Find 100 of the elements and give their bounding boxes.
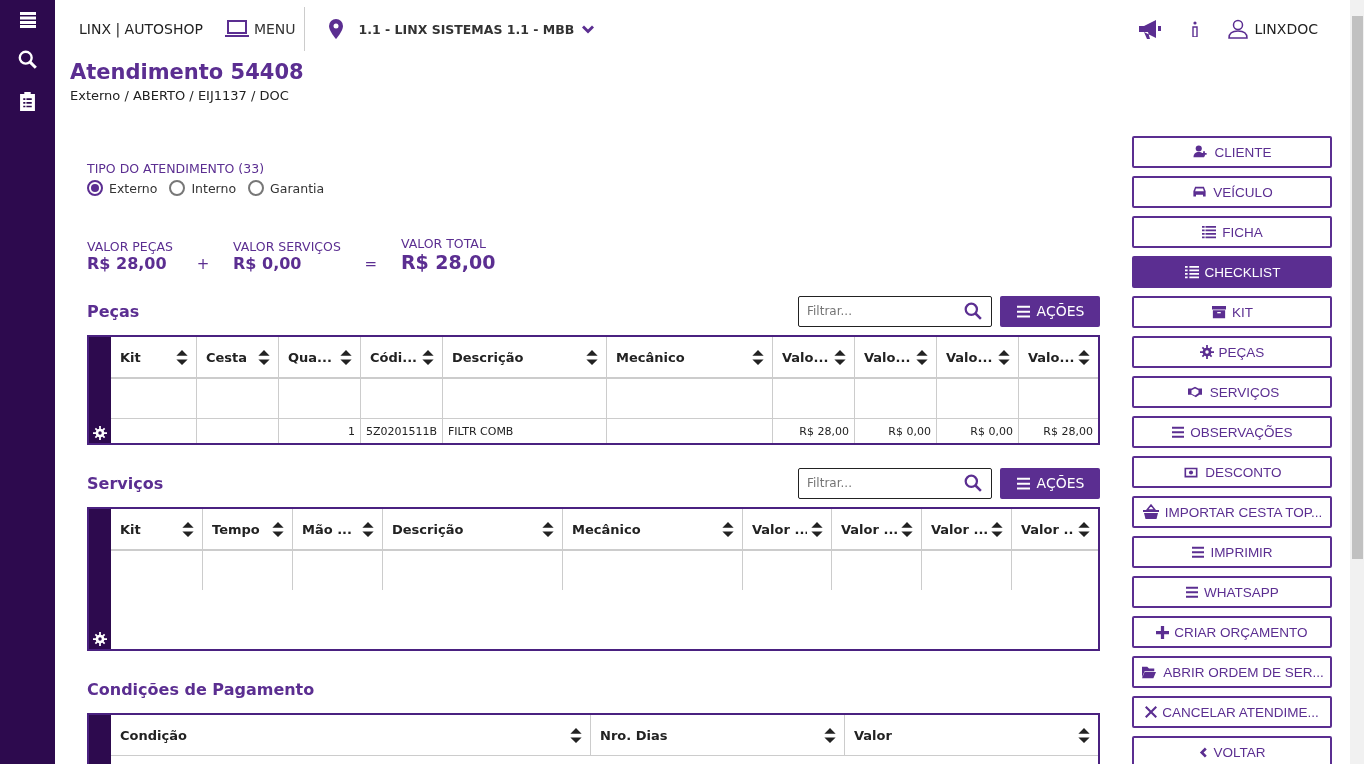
- column-header[interactable]: Mecânico: [606, 337, 772, 378]
- action-button[interactable]: IMPRIMIR: [1132, 536, 1332, 568]
- menu-button[interactable]: MENU: [224, 20, 296, 38]
- action-button[interactable]: CLIENTE: [1132, 136, 1332, 168]
- user-plus-icon: [1192, 145, 1210, 159]
- action-button[interactable]: ABRIR ORDEM DE SER...: [1132, 656, 1332, 688]
- action-button[interactable]: IMPORTAR CESTA TOP...: [1132, 496, 1332, 528]
- sort-icon: [824, 727, 836, 743]
- menu-icon: [1015, 476, 1031, 490]
- sort-icon: [182, 521, 194, 537]
- section-title: Peças: [87, 301, 140, 321]
- action-button[interactable]: SERVIÇOS: [1132, 376, 1332, 408]
- sort-icon: [834, 349, 846, 365]
- column-header[interactable]: Qua...: [278, 337, 360, 378]
- column-header[interactable]: Valor: [844, 715, 1098, 756]
- list-icon: [1201, 225, 1218, 239]
- total-value: R$ 0,00: [232, 254, 303, 273]
- column-header[interactable]: Valo...: [772, 337, 854, 378]
- column-header[interactable]: Descrição: [442, 337, 606, 378]
- action-button[interactable]: OBSERVAÇÕES: [1132, 416, 1332, 448]
- action-button[interactable]: CANCELAR ATENDIME...: [1132, 696, 1332, 728]
- sort-icon: [570, 727, 582, 743]
- action-button[interactable]: WHATSAPP: [1132, 576, 1332, 608]
- sort-icon: [422, 349, 434, 365]
- map-pin-icon: [328, 19, 343, 39]
- column-header[interactable]: Mão ...: [292, 509, 382, 550]
- settings-icon: [93, 426, 107, 440]
- total-label: VALOR TOTAL: [400, 236, 487, 251]
- megaphone-icon: [1138, 19, 1163, 39]
- action-button[interactable]: CRIAR ORÇAMENTO: [1132, 616, 1332, 648]
- action-button[interactable]: DESCONTO: [1132, 456, 1332, 488]
- column-header[interactable]: Kit: [111, 337, 196, 378]
- column-header[interactable]: Valo...: [936, 337, 1018, 378]
- action-button[interactable]: KIT: [1132, 296, 1332, 328]
- action-button[interactable]: PEÇAS: [1132, 336, 1332, 368]
- table-cell: R$ 28,00: [1018, 418, 1098, 443]
- radio-button[interactable]: [169, 180, 186, 196]
- actions-button[interactable]: AÇÕES: [1000, 295, 1100, 327]
- sort-icon: [1078, 521, 1090, 537]
- user-name[interactable]: LINXDOC: [1254, 21, 1318, 37]
- radio-label[interactable]: Externo: [109, 180, 158, 196]
- total-label: VALOR SERVIÇOS: [232, 239, 341, 254]
- table-cell: R$ 0,00: [854, 418, 936, 443]
- location-selector[interactable]: 1.1 - LINX SISTEMAS 1.1 - MBB: [358, 21, 575, 37]
- radio-button[interactable]: [87, 180, 103, 196]
- chevron-left-icon: [1198, 745, 1209, 759]
- column-header[interactable]: Tempo: [202, 509, 292, 550]
- column-header[interactable]: Condição: [111, 715, 590, 756]
- sort-icon: [542, 521, 554, 537]
- table-cell: R$ 0,00: [936, 418, 1018, 443]
- column-header[interactable]: Valo...: [854, 337, 936, 378]
- column-header[interactable]: Valor ...: [921, 509, 1011, 550]
- action-button[interactable]: VEÍCULO: [1132, 176, 1332, 208]
- radio-button[interactable]: [248, 180, 265, 196]
- filter-field[interactable]: Filtrar...: [798, 467, 992, 499]
- action-button[interactable]: CHECKLIST: [1132, 256, 1332, 288]
- total-label: VALOR PEÇAS: [87, 239, 173, 254]
- column-header[interactable]: Nro. Dias: [590, 715, 844, 756]
- basket-icon: [1141, 504, 1160, 520]
- actions-button[interactable]: AÇÕES: [1000, 467, 1100, 499]
- menu-icon: [18, 12, 37, 28]
- sort-icon: [176, 349, 188, 365]
- banknote-icon: [1182, 465, 1201, 479]
- scrollbar[interactable]: [1350, 0, 1364, 764]
- info-icon: [1192, 21, 1199, 37]
- column-header[interactable]: Valor ...: [1011, 509, 1098, 550]
- column-header[interactable]: Mecânico: [562, 509, 742, 550]
- chevron-down-icon: [582, 24, 595, 34]
- sort-icon: [1078, 727, 1090, 743]
- column-header[interactable]: Valor ...: [831, 509, 921, 550]
- lines-icon: [1171, 426, 1186, 438]
- radio-label[interactable]: Interno: [191, 180, 237, 196]
- table-cell: R$ 28,00: [772, 418, 854, 443]
- search-icon: [964, 301, 982, 320]
- column-header[interactable]: Valor ...: [742, 509, 831, 550]
- user-icon: [1228, 19, 1249, 39]
- sort-icon: [1078, 349, 1090, 365]
- close-icon: [1145, 706, 1158, 718]
- sort-icon: [811, 521, 823, 537]
- action-button[interactable]: FICHA: [1132, 216, 1332, 248]
- action-button[interactable]: VOLTAR: [1132, 736, 1332, 764]
- section-title: Condições de Pagamento: [87, 679, 315, 699]
- menu-icon: [1015, 304, 1031, 318]
- column-header[interactable]: Kit: [111, 509, 202, 550]
- sort-icon: [272, 521, 284, 537]
- column-header[interactable]: Códi...: [360, 337, 442, 378]
- sort-icon: [998, 349, 1010, 365]
- app-brand: LINX | AUTOSHOP: [79, 21, 203, 37]
- column-header[interactable]: Valo...: [1018, 337, 1098, 378]
- checklist-icon: [1183, 265, 1200, 279]
- column-header[interactable]: Descrição: [382, 509, 562, 550]
- column-header[interactable]: Cesta: [196, 337, 278, 378]
- field-label: TIPO DO ATENDIMENTO (33): [87, 161, 266, 176]
- table-side-strip: [89, 715, 111, 764]
- filter-field[interactable]: Filtrar...: [798, 295, 992, 327]
- radio-label[interactable]: Garantia: [270, 180, 325, 196]
- search-icon[interactable]: [18, 50, 37, 69]
- sort-icon: [586, 349, 598, 365]
- page-subtitle: Externo / ABERTO / EIJ1137 / DOC: [70, 88, 290, 103]
- total-value: R$ 28,00: [400, 251, 496, 273]
